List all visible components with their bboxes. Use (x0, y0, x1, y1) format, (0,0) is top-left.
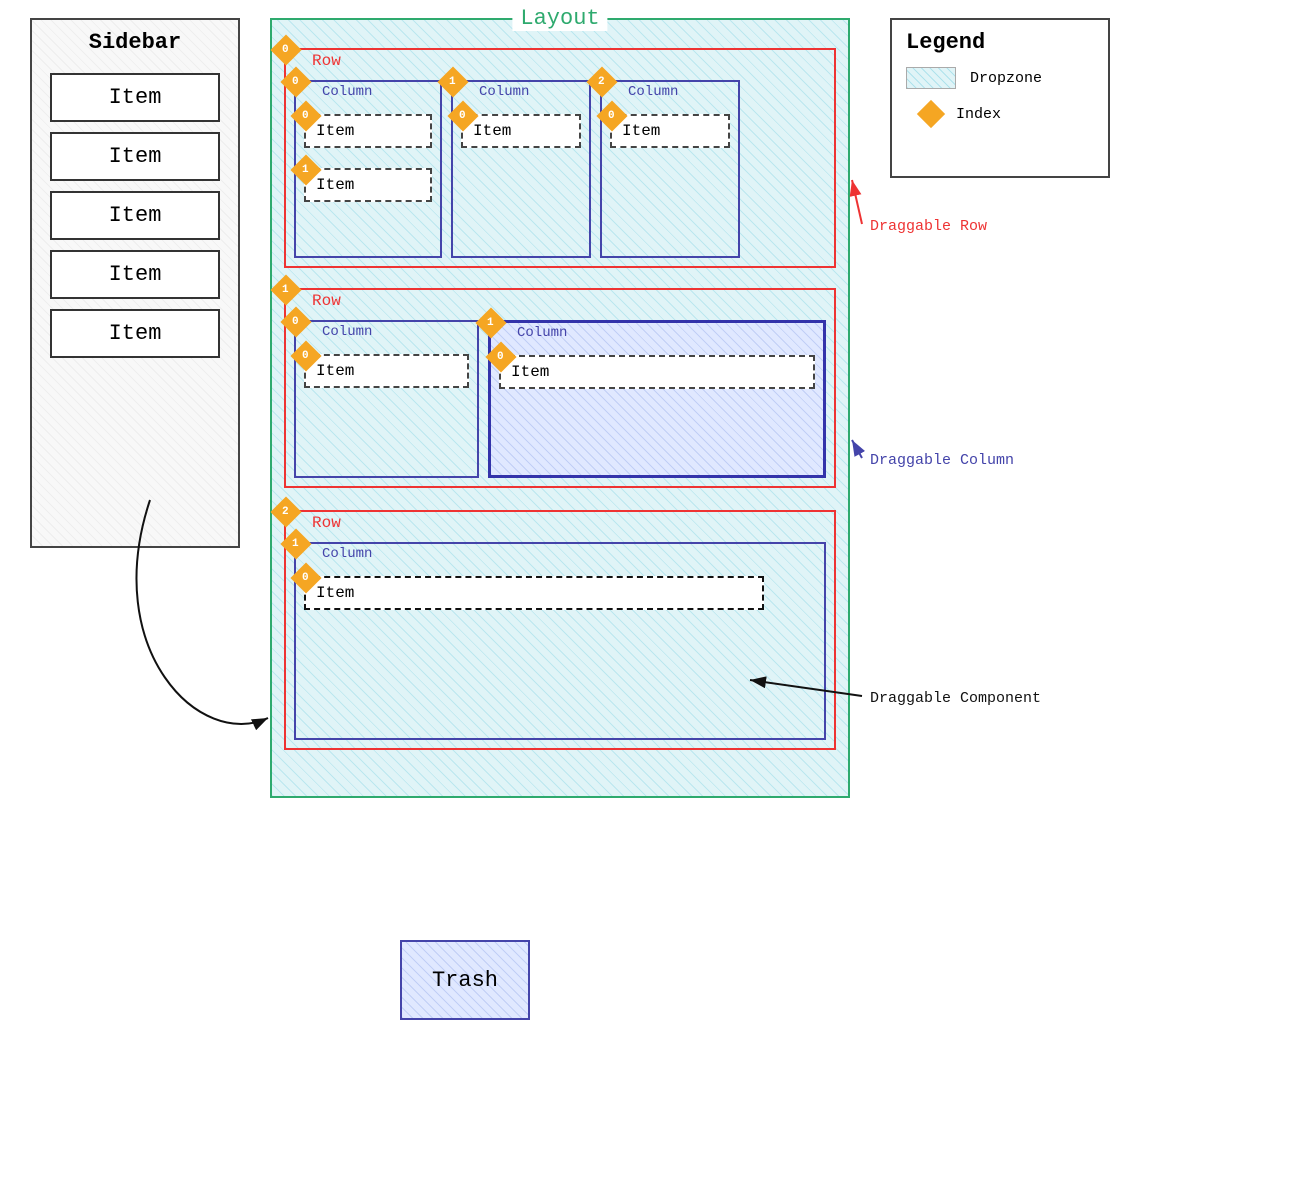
row0-col2[interactable]: 2 Column 0 Item (600, 80, 740, 258)
legend-dropzone-label: Dropzone (970, 70, 1042, 87)
legend-diamond (920, 103, 942, 125)
trash-area[interactable]: Trash (400, 940, 530, 1020)
row1-col0[interactable]: 0 Column 0 Item (294, 320, 479, 478)
legend-title: Legend (906, 30, 1094, 55)
row2-col1-index: 1 (285, 533, 307, 555)
row-2-label: Row (312, 514, 341, 532)
row-1[interactable]: 1 Row 0 Column 0 Item 1 Colum (284, 288, 836, 488)
row1-col1-item0-index: 0 (490, 346, 512, 368)
draggable-row-label: Draggable Row (870, 218, 987, 235)
row0-col0-item1-index: 1 (295, 159, 317, 181)
legend-index-label: Index (956, 106, 1001, 123)
sidebar-item-2[interactable]: Item (50, 191, 220, 240)
row0-col0-item1[interactable]: 1 Item (304, 168, 432, 202)
row1-col0-index: 0 (285, 311, 307, 333)
sidebar-item-3[interactable]: Item (50, 250, 220, 299)
sidebar-item-0[interactable]: Item (50, 73, 220, 122)
row-0[interactable]: 0 Row 0 Column 0 Item 1 (284, 48, 836, 268)
sidebar-item-1[interactable]: Item (50, 132, 220, 181)
draggable-column-label: Draggable Column (870, 452, 1014, 469)
row1-col0-item0-index: 0 (295, 345, 317, 367)
row2-col1-item0[interactable]: 0 Item (304, 576, 764, 610)
row2-col1-label: Column (322, 546, 372, 562)
sidebar-item-4[interactable]: Item (50, 309, 220, 358)
row2-col1-item0-index: 0 (295, 567, 317, 589)
row2-col1[interactable]: 1 Column 0 Item (294, 542, 826, 740)
row0-col0-index: 0 (285, 71, 307, 93)
legend: Legend Dropzone Index (890, 18, 1110, 178)
legend-dropzone-row: Dropzone (906, 67, 1094, 89)
row1-col0-label: Column (322, 324, 372, 340)
legend-dropzone-sample (906, 67, 956, 89)
legend-index-row: Index (906, 103, 1094, 125)
row-1-label: Row (312, 292, 341, 310)
sidebar-title: Sidebar (32, 20, 238, 63)
row1-col1[interactable]: 1 Column 0 Item (488, 320, 826, 478)
row1-col1-index: 1 (480, 312, 502, 334)
row1-col1-item0[interactable]: 0 Item (499, 355, 815, 389)
row1-col0-item0[interactable]: 0 Item (304, 354, 469, 388)
row0-col0-item0[interactable]: 0 Item (304, 114, 432, 148)
row-1-index: 1 (275, 279, 297, 301)
layout-area[interactable]: Layout 0 Row 0 Column 0 Item (270, 18, 850, 798)
row1-col1-label: Column (517, 325, 567, 341)
row0-col1[interactable]: 1 Column 0 Item (451, 80, 591, 258)
trash-label: Trash (432, 968, 498, 993)
row0-col0-item0-index: 0 (295, 105, 317, 127)
row0-col0-label: Column (322, 84, 372, 100)
row0-col2-index: 2 (591, 71, 613, 93)
draggable-component-label: Draggable Component (870, 690, 1041, 707)
row0-col1-label: Column (479, 84, 529, 100)
row-0-label: Row (312, 52, 341, 70)
row-0-index: 0 (275, 39, 297, 61)
row0-col1-item0[interactable]: 0 Item (461, 114, 581, 148)
row0-col1-item0-index: 0 (452, 105, 474, 127)
row-2[interactable]: 2 Row 1 Column 0 Item (284, 510, 836, 750)
row-2-index: 2 (275, 501, 297, 523)
layout-title: Layout (512, 6, 607, 31)
row0-col2-item0-index: 0 (601, 105, 623, 127)
row0-col0[interactable]: 0 Column 0 Item 1 Item (294, 80, 442, 258)
row0-col2-label: Column (628, 84, 678, 100)
row0-col2-item0[interactable]: 0 Item (610, 114, 730, 148)
sidebar: Sidebar Item Item Item Item Item (30, 18, 240, 548)
row0-col1-index: 1 (442, 71, 464, 93)
